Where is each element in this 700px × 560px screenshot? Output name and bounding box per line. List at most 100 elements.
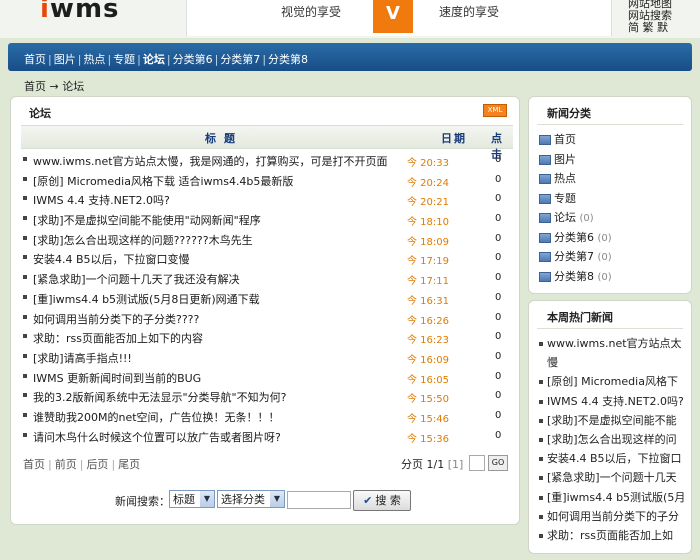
hot-news-label[interactable]: 安装4.4 B5以后，下拉窗口 (547, 452, 682, 465)
banner-ad[interactable]: 视觉的享受 V 速度的享受 (186, 0, 612, 36)
category-label[interactable]: 分类第6 (554, 231, 594, 244)
category-label[interactable]: 分类第8 (554, 270, 594, 283)
pager-next[interactable]: 后页 (86, 458, 108, 471)
category-panel-title: 新闻分类 (547, 107, 591, 120)
hot-news-label[interactable]: 求助：rss页面能否加上如 (547, 529, 673, 542)
xml-feed-icon[interactable]: XML (483, 104, 507, 117)
category-label[interactable]: 图片 (554, 153, 576, 166)
search-field-select[interactable]: 标题 ▼ (169, 490, 215, 508)
category-panel: 新闻分类 首页 图片 热点 专题 论坛 (0) 分类第6 (0) 分类第7 (0) 分… (528, 96, 692, 294)
category-item[interactable]: 分类第6 (0) (539, 229, 612, 245)
article-title-link[interactable]: IWMS 更新新闻时间到当前的BUG (33, 370, 413, 386)
article-title-link[interactable]: [原创] Micromedia风格下载 适合iwms4.4b5最新版 (33, 173, 413, 189)
pager-last[interactable]: 尾页 (118, 458, 140, 471)
article-date: 今 18:10 (407, 217, 449, 229)
article-clicks: 0 (495, 390, 502, 402)
hot-news-item[interactable]: 如何调用当前分类下的子分 (539, 508, 699, 524)
hot-news-item[interactable]: IWMS 4.4 支持.NET2.0吗? (539, 393, 699, 409)
article-title-link[interactable]: 请问木鸟什么时候这个位置可以放广告或者图片呀? (33, 429, 413, 445)
hot-news-label[interactable]: [原创] Micromedia风格下 (547, 375, 678, 388)
nav-item[interactable]: 分类第8 (268, 53, 308, 66)
table-row: 安装4.4 B5以后，下拉窗口变慢今 17:19 0 (23, 248, 511, 268)
search-category-select[interactable]: 选择分类 ▼ (217, 490, 285, 508)
folder-icon (539, 154, 551, 165)
article-clicks: 0 (495, 252, 502, 264)
folder-icon (539, 174, 551, 184)
hot-news-item[interactable]: [紧急求助]一个问题十几天 (539, 469, 699, 485)
table-row: [求助]请高手指点!!! 今 16:09 0 (23, 347, 511, 367)
breadcrumb-home[interactable]: 首页 (24, 80, 46, 93)
bullet-icon (23, 255, 27, 260)
hot-news-item[interactable]: [原创] Micromedia风格下 (539, 373, 699, 389)
hot-news-label[interactable]: [紧急求助]一个问题十几天 (547, 471, 677, 484)
article-title-link[interactable]: [求助]请高手指点!!! (33, 350, 413, 366)
category-label[interactable]: 首页 (554, 133, 576, 146)
hot-news-item[interactable]: [求助]不是虚拟空间能不能 (539, 412, 699, 428)
hot-news-item[interactable]: [求助]怎么合出现这样的问 (539, 431, 699, 447)
article-title-link[interactable]: www.iwms.net官方站点太慢，我是网通的，打算购买，可是打不开页面 (33, 153, 413, 169)
nav-item[interactable]: 热点 (83, 53, 105, 66)
language-switch[interactable]: 简 繁 默 (628, 22, 672, 34)
category-item[interactable]: 分类第8 (0) (539, 268, 612, 284)
nav-item[interactable]: 首页 (24, 53, 46, 66)
article-title-link[interactable]: [求助]不是虚拟空间能不能使用"动网新闻"程序 (33, 212, 413, 228)
hot-news-item[interactable]: 慢 (539, 354, 700, 370)
search-keyword-input[interactable] (287, 491, 351, 509)
table-row: IWMS 更新新闻时间到当前的BUG 今 16:05 0 (23, 367, 511, 387)
nav-item[interactable]: 专题 (113, 53, 135, 66)
nav-item[interactable]: 图片 (54, 53, 76, 66)
hot-news-item[interactable]: [重]iwms4.4 b5测试版(5月 (539, 489, 699, 505)
category-item[interactable]: 首页 (539, 131, 576, 147)
article-title-link[interactable]: [求助]怎么合出现这样的问题??????木鸟先生 (33, 232, 413, 248)
bullet-icon (23, 294, 27, 299)
category-item[interactable]: 论坛 (0) (539, 209, 594, 225)
hot-news-label[interactable]: www.iwms.net官方站点太 (547, 337, 682, 350)
hot-news-label[interactable]: IWMS 4.4 支持.NET2.0吗? (547, 395, 684, 408)
site-logo[interactable]: iwms (40, 0, 120, 24)
nav-item[interactable]: 论坛 (143, 53, 165, 66)
hot-news-item[interactable]: www.iwms.net官方站点太 (539, 335, 699, 351)
article-clicks: 0 (495, 193, 502, 205)
nav-item[interactable]: 分类第7 (220, 53, 260, 66)
hot-news-panel: 本周热门新闻 www.iwms.net官方站点太慢 [原创] Micromedia… (528, 300, 692, 554)
bullet-icon (23, 432, 27, 437)
category-label[interactable]: 专题 (554, 192, 576, 205)
article-date: 今 17:11 (407, 276, 449, 288)
category-item[interactable]: 专题 (539, 190, 576, 206)
article-title-link[interactable]: 谁赞助我200M的net空间，广告位换！无条！！！ (33, 409, 413, 425)
nav-item[interactable]: 分类第6 (173, 53, 213, 66)
article-title-link[interactable]: 我的3.2版新闻系统中无法显示"分类导航"不知为何? (33, 389, 413, 405)
article-title-link[interactable]: 求助：rss页面能否加上如下的内容 (33, 330, 413, 346)
pager-prev[interactable]: 前页 (55, 458, 77, 471)
hot-news-label[interactable]: [重]iwms4.4 b5测试版(5月 (547, 491, 685, 504)
category-label[interactable]: 论坛 (554, 211, 576, 224)
forum-panel: 论坛 XML 标题 日期 点击 www.iwms.net官方站点太慢，我是网通的… (10, 96, 520, 525)
pager-links: 首页 | 前页 | 后页 | 尾页 (23, 456, 140, 472)
category-item[interactable]: 热点 (539, 170, 576, 186)
page-number-input[interactable] (469, 455, 485, 471)
pager-first[interactable]: 首页 (23, 458, 45, 471)
main-nav: 首页 | 图片 | 热点 | 专题 | 论坛 | 分类第6 | 分类第7 | 分类第8 (8, 43, 692, 71)
folder-icon (539, 271, 551, 282)
article-clicks: 0 (495, 350, 502, 362)
article-title-link[interactable]: [紧急求助]一个问题十几天了我还没有解决 (33, 271, 413, 287)
hot-news-label[interactable]: [求助]怎么合出现这样的问 (547, 433, 677, 446)
category-label[interactable]: 热点 (554, 172, 576, 185)
go-button[interactable]: GO (488, 455, 508, 471)
article-title-link[interactable]: 安装4.4 B5以后，下拉窗口变慢 (33, 251, 413, 267)
article-title-link[interactable]: [重]iwms4.4 b5测试版(5月8日更新)网通下载 (33, 291, 413, 307)
category-label[interactable]: 分类第7 (554, 250, 594, 263)
hot-news-label[interactable]: 如何调用当前分类下的子分 (547, 510, 679, 523)
article-title-link[interactable]: IWMS 4.4 支持.NET2.0吗? (33, 192, 413, 208)
category-item[interactable]: 图片 (539, 151, 576, 167)
article-date: 今 18:09 (407, 236, 449, 248)
article-title-link[interactable]: 如何调用当前分类下的子分类???? (33, 311, 413, 327)
hot-news-label[interactable]: 慢 (547, 356, 558, 369)
hot-news-item[interactable]: 求助：rss页面能否加上如 (539, 527, 699, 543)
hot-news-item[interactable]: 安装4.4 B5以后，下拉窗口 (539, 450, 699, 466)
category-item[interactable]: 分类第7 (0) (539, 248, 612, 264)
page-bracket[interactable]: [1] (448, 458, 464, 471)
search-button[interactable]: ✔ 搜 索 (353, 490, 411, 511)
hot-news-label[interactable]: [求助]不是虚拟空间能不能 (547, 414, 677, 427)
page-info: 分页 1/1 [1] (401, 456, 463, 472)
